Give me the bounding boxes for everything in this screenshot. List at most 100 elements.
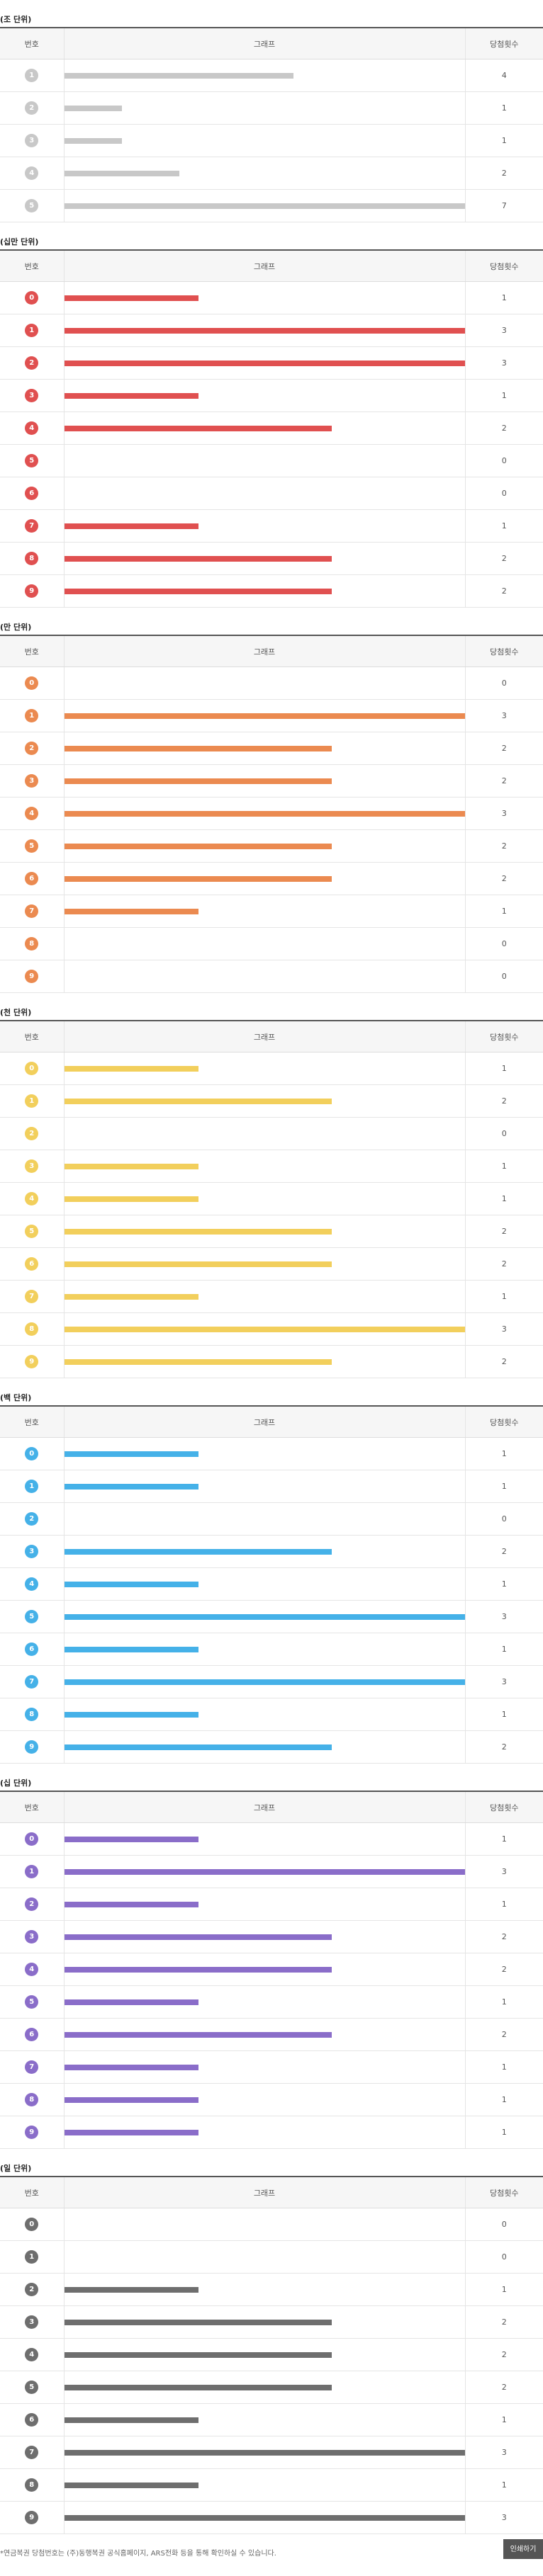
num-cell: 2 (0, 1888, 64, 1921)
count-cell: 2 (465, 1084, 543, 1118)
table-row: 61 (0, 1633, 543, 1666)
num-cell: 2 (0, 346, 64, 380)
num-cell: 0 (0, 281, 64, 314)
count-cell: 2 (465, 764, 543, 798)
count-cell: 3 (465, 2501, 543, 2534)
count-bar (64, 1358, 332, 1365)
count-bar (64, 1483, 198, 1490)
count-bar (64, 713, 466, 719)
count-cell: 0 (465, 927, 543, 960)
table-row: 23 (0, 346, 543, 380)
num-cell: 1 (0, 2240, 64, 2274)
count-bar (64, 2417, 198, 2423)
num-cell: 3 (0, 379, 64, 412)
number-ball: 7 (25, 519, 39, 533)
number-ball: 9 (25, 2126, 39, 2139)
table-row: 21 (0, 1888, 543, 1921)
num-cell: 6 (0, 1247, 64, 1281)
graph-cell (63, 542, 466, 575)
number-ball: 7 (25, 1290, 39, 1303)
table-header-row: 번호 그래프 당첨횟수 (0, 635, 543, 667)
count-bar (64, 105, 122, 111)
table-row: 92 (0, 1730, 543, 1764)
header-count: 당첨횟수 (465, 28, 543, 59)
num-cell: 1 (0, 1855, 64, 1888)
count-bar (64, 1744, 332, 1750)
num-cell: 3 (0, 2305, 64, 2339)
count-bar (64, 1163, 198, 1169)
count-cell: 0 (465, 666, 543, 700)
count-cell: 3 (465, 797, 543, 830)
print-button[interactable]: 인쇄하기 (503, 2539, 543, 2559)
section-title: (일 단위) (0, 2164, 32, 2173)
page-footer: *연금복권 당첨번호는 (주)동행복권 공식홈페이지, ARS전화 등을 통해 … (0, 2534, 543, 2576)
count-bar (64, 2129, 198, 2135)
count-cell: 2 (465, 1920, 543, 1953)
header-graph: 그래프 (63, 1406, 466, 1438)
header-count: 당첨횟수 (465, 1791, 543, 1823)
num-cell: 2 (0, 732, 64, 765)
graph-cell (63, 281, 466, 314)
num-cell: 0 (0, 666, 64, 700)
graph-cell (63, 2208, 466, 2241)
count-bar (64, 810, 466, 817)
graph-cell (63, 1117, 466, 1150)
count-bar (64, 2064, 198, 2070)
count-cell: 1 (465, 1437, 543, 1470)
count-cell: 1 (465, 1470, 543, 1503)
num-cell: 4 (0, 797, 64, 830)
num-cell: 3 (0, 1535, 64, 1568)
graph-cell (63, 346, 466, 380)
graph-cell (63, 1182, 466, 1215)
count-cell: 3 (465, 346, 543, 380)
table-row: 32 (0, 1535, 543, 1568)
number-ball: 2 (25, 101, 39, 115)
graph-cell (63, 314, 466, 347)
header-graph: 그래프 (63, 1021, 466, 1052)
count-cell: 1 (465, 2116, 543, 2149)
count-cell: 1 (465, 1150, 543, 1183)
count-cell: 1 (465, 124, 543, 157)
table-row: 92 (0, 574, 543, 608)
count-cell: 2 (465, 1345, 543, 1378)
table-row: 81 (0, 2468, 543, 2502)
count-cell: 0 (465, 960, 543, 993)
count-bar (64, 1228, 332, 1235)
table-row: 20 (0, 1502, 543, 1536)
graph-cell (63, 1855, 466, 1888)
num-cell: 8 (0, 2468, 64, 2502)
table-row: 13 (0, 314, 543, 347)
number-ball: 2 (25, 356, 39, 370)
graph-cell (63, 1502, 466, 1536)
number-ball: 4 (25, 1577, 39, 1591)
table-row: 42 (0, 157, 543, 190)
graph-cell (63, 412, 466, 445)
num-cell: 4 (0, 412, 64, 445)
count-bar (64, 555, 332, 562)
number-ball: 7 (25, 1675, 39, 1689)
table-row: 20 (0, 1117, 543, 1150)
graph-cell (63, 444, 466, 477)
number-ball: 0 (25, 676, 39, 690)
table-row: 82 (0, 542, 543, 575)
header-count: 당첨횟수 (465, 250, 543, 282)
graph-cell (63, 1345, 466, 1378)
count-cell: 2 (465, 157, 543, 190)
table-row: 57 (0, 189, 543, 222)
table-row: 12 (0, 1084, 543, 1118)
count-cell: 2 (465, 2371, 543, 2404)
table-row: 42 (0, 412, 543, 445)
count-bar (64, 588, 332, 594)
count-cell: 2 (465, 574, 543, 608)
table-row: 41 (0, 1182, 543, 1215)
num-cell: 8 (0, 542, 64, 575)
table-row: 10 (0, 2240, 543, 2274)
num-cell: 7 (0, 1665, 64, 1698)
count-cell: 3 (465, 2436, 543, 2469)
table-row: 90 (0, 960, 543, 993)
count-cell: 1 (465, 1052, 543, 1085)
num-cell: 7 (0, 2436, 64, 2469)
table-row: 21 (0, 91, 543, 125)
header-num: 번호 (0, 1791, 64, 1823)
count-bar (64, 392, 198, 399)
